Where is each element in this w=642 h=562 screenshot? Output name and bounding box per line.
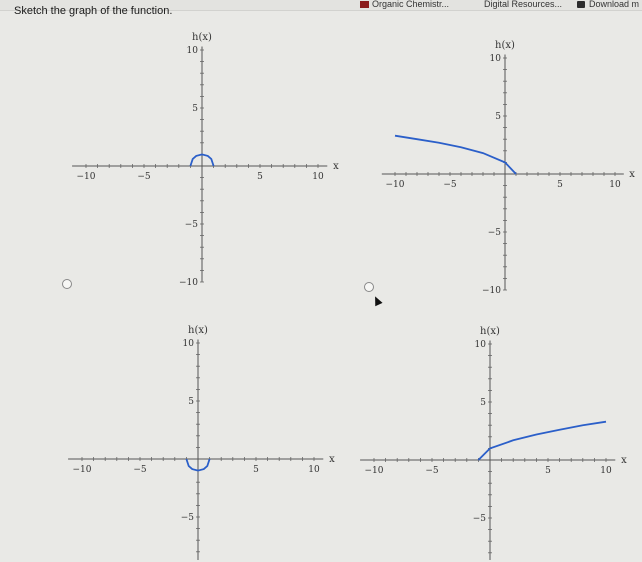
- y-tick-label: −5: [181, 513, 195, 523]
- x-axis-title: x: [621, 455, 627, 466]
- y-tick-label: 5: [192, 104, 198, 114]
- x-tick-label: 5: [557, 180, 563, 190]
- x-tick-label: −5: [133, 465, 147, 475]
- x-tick-label: 10: [308, 465, 320, 475]
- x-tick-label: −10: [77, 172, 96, 182]
- x-tick-label: −5: [137, 172, 151, 182]
- x-tick-label: 5: [253, 465, 259, 475]
- x-tick-label: 10: [312, 172, 324, 182]
- x-tick-label: −5: [443, 180, 457, 190]
- y-axis-title: h(x): [480, 326, 500, 337]
- x-axis-title: x: [629, 169, 635, 180]
- y-axis-title: h(x): [192, 32, 212, 43]
- graph-option-a: −10 −5 5 10 10 5 −5 −10 h(x) x −10 −5 5 10 10 5 −5 −10 h(x…: [68, 32, 635, 560]
- y-tick-label: −5: [488, 228, 502, 238]
- y-tick-label: −5: [185, 220, 199, 230]
- y-tick-label: −5: [473, 514, 487, 524]
- x-tick-label: 5: [257, 172, 263, 182]
- y-tick-label: 10: [183, 339, 195, 349]
- function-curve: [394, 134, 517, 175]
- x-tick-label: −10: [365, 466, 384, 476]
- x-tick-label: 10: [609, 180, 621, 190]
- y-axis-title: h(x): [188, 325, 208, 336]
- function-curve: [477, 420, 607, 461]
- y-tick-label: 5: [188, 397, 194, 407]
- x-tick-label: −10: [73, 465, 92, 475]
- x-tick-label: 10: [600, 466, 612, 476]
- y-tick-label: 10: [490, 54, 502, 64]
- y-axis-title: h(x): [495, 40, 515, 51]
- y-tick-label: −10: [179, 278, 198, 288]
- y-tick-label: 10: [475, 340, 487, 350]
- y-tick-label: 10: [187, 46, 199, 56]
- x-tick-label: −10: [386, 180, 405, 190]
- y-tick-label: −10: [482, 286, 501, 296]
- y-tick-label: 5: [480, 398, 486, 408]
- x-axis-title: x: [333, 161, 339, 172]
- x-axis-title: x: [329, 454, 335, 465]
- x-tick-label: −5: [425, 466, 439, 476]
- x-tick-label: 5: [545, 466, 551, 476]
- y-tick-label: 5: [495, 112, 501, 122]
